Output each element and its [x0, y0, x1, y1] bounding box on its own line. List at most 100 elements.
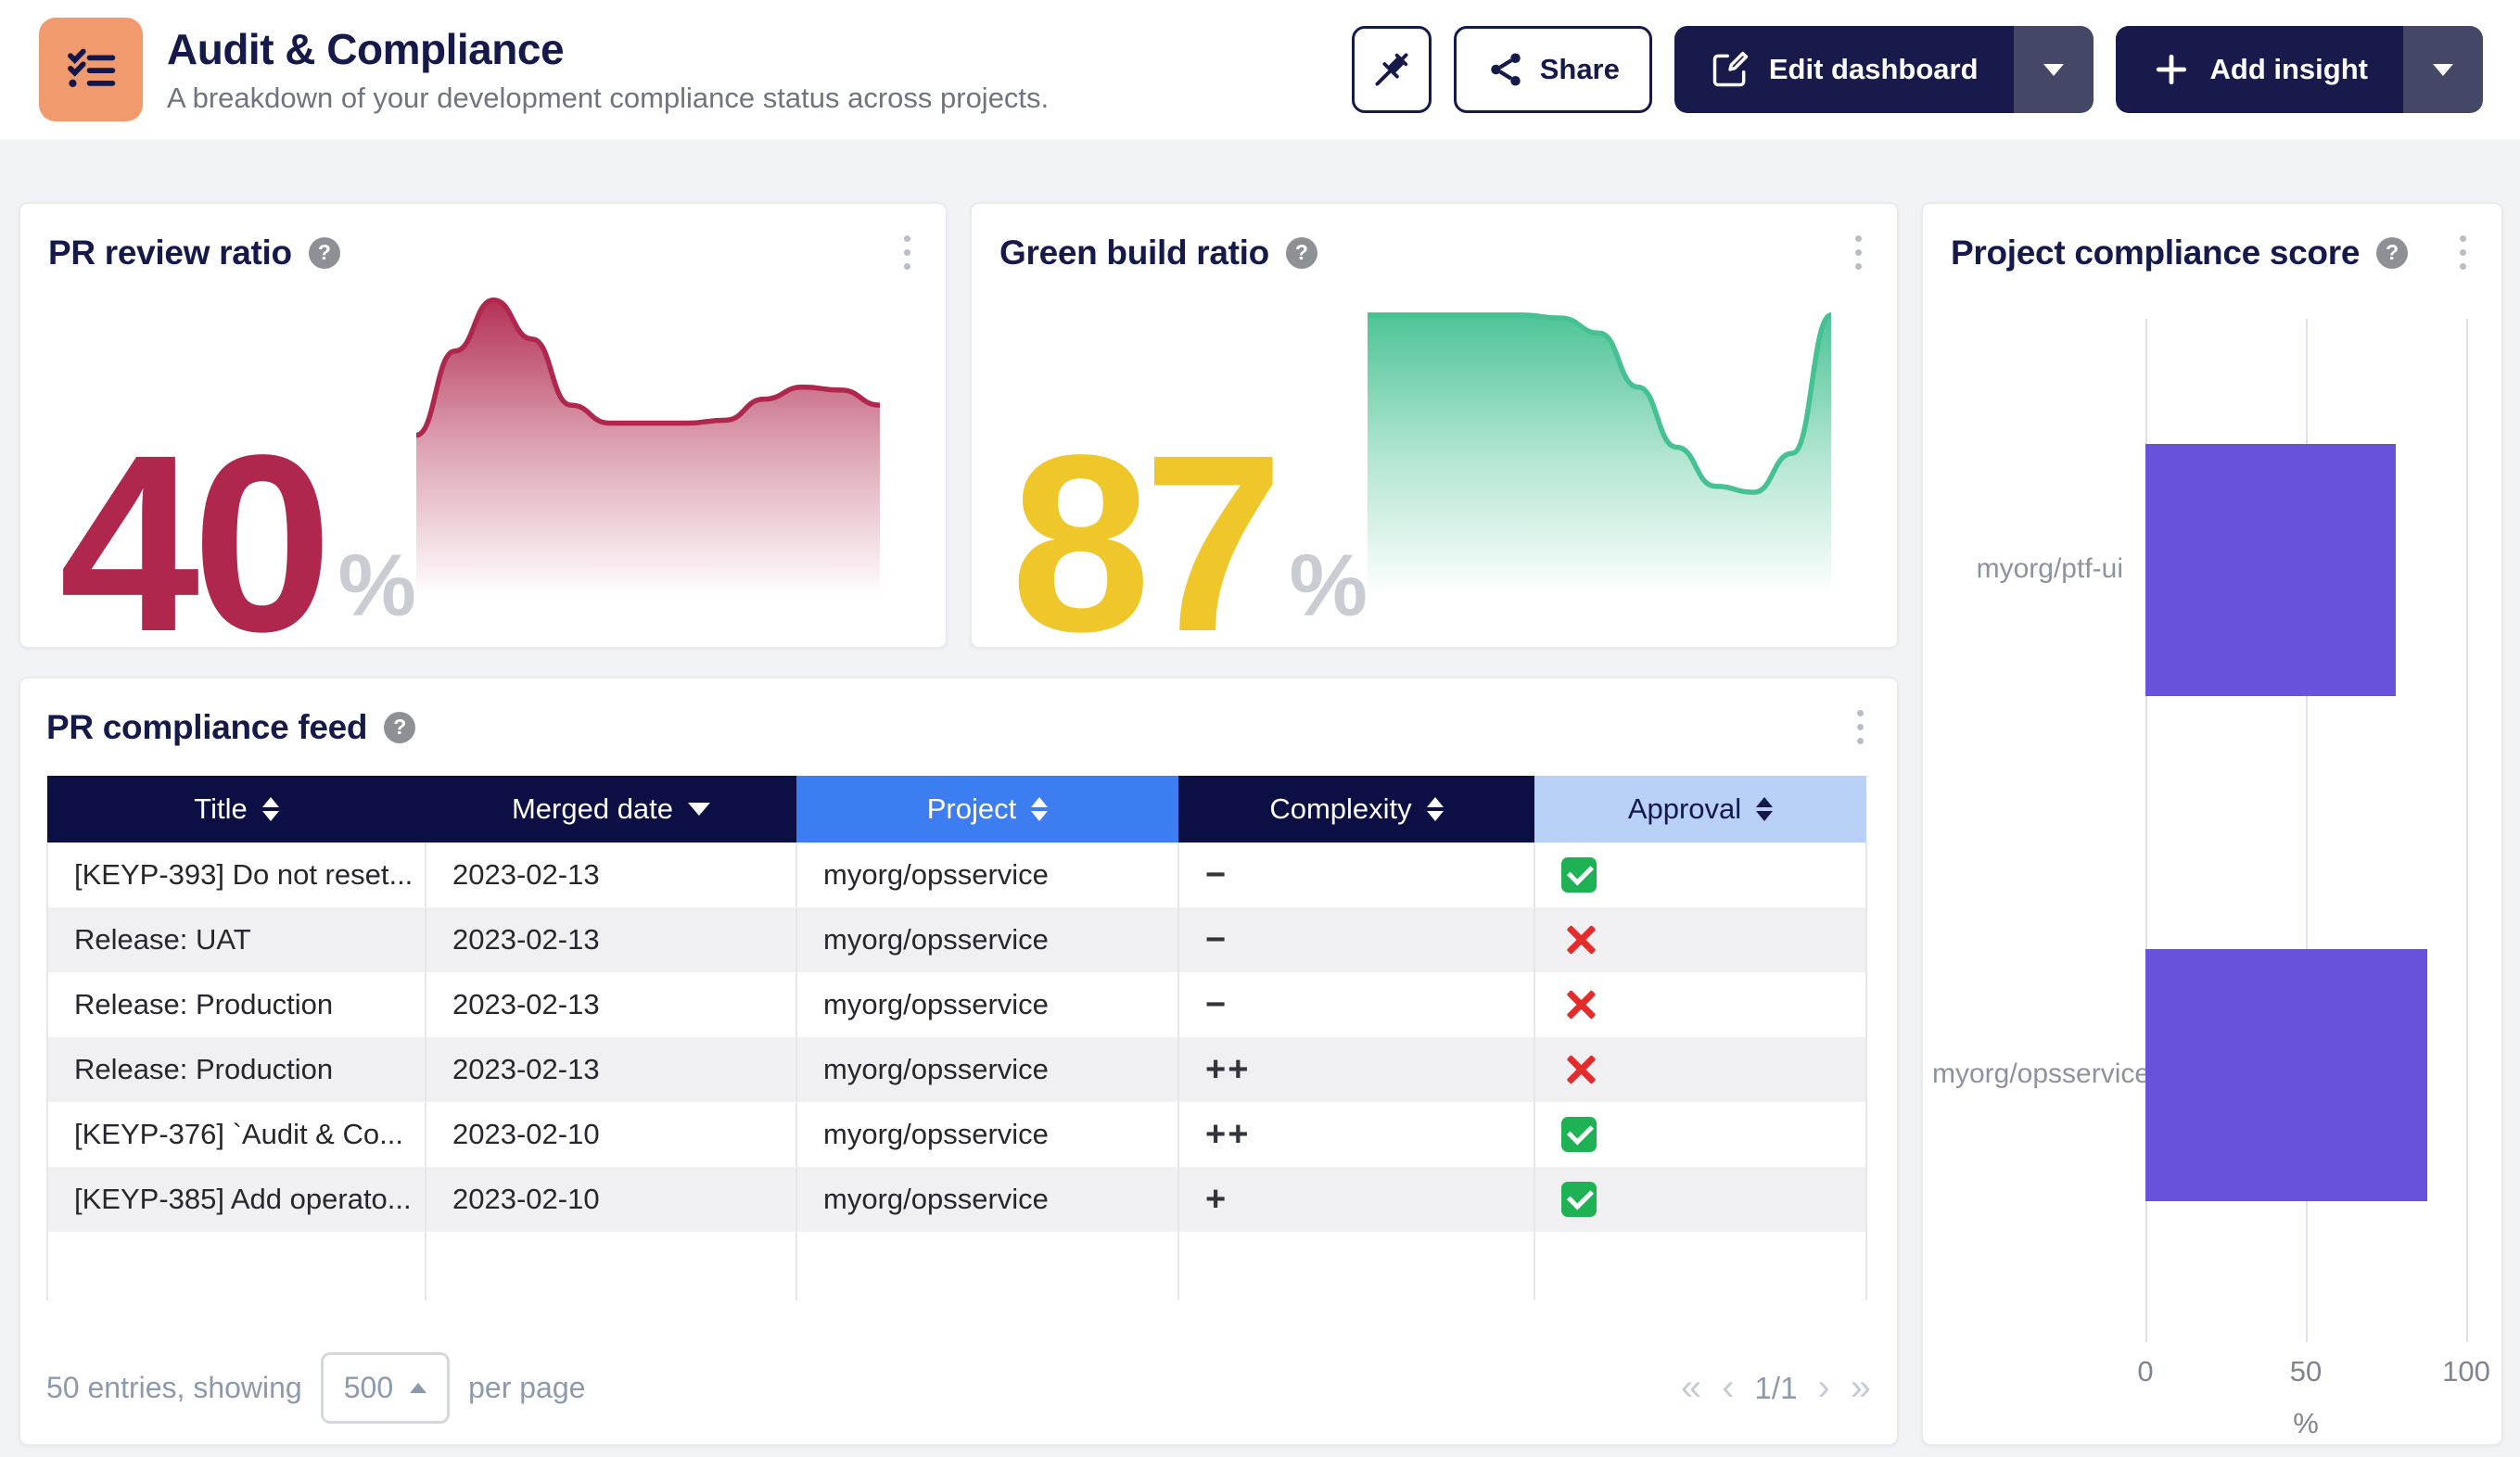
share-label: Share — [1540, 53, 1620, 86]
previous-page-button[interactable]: ‹ — [1722, 1367, 1734, 1409]
card-title: Project compliance score — [1951, 234, 2360, 272]
cell-approval — [1534, 907, 1866, 972]
green-build-sparkline-chart — [1368, 282, 1831, 597]
sort-icon — [1427, 797, 1444, 821]
cell-title: [KEYP-376] `Audit & Co... — [47, 1102, 426, 1167]
page-subtitle: A breakdown of your development complian… — [167, 82, 1049, 115]
column-header-approval[interactable]: Approval — [1534, 776, 1866, 843]
per-page-value: 500 — [344, 1371, 393, 1405]
sort-icon — [1031, 797, 1048, 821]
metric-value: 40 — [59, 448, 325, 640]
table-row[interactable]: Release: UAT2023-02-13myorg/opsservice− — [47, 907, 1866, 972]
cell-project: myorg/opsservice — [796, 907, 1178, 972]
last-page-button[interactable]: » — [1851, 1367, 1871, 1409]
chevron-down-icon — [2433, 64, 2453, 76]
page-title: Audit & Compliance — [167, 24, 1049, 74]
pr-review-sparkline-chart — [416, 282, 880, 597]
edit-dashboard-label: Edit dashboard — [1769, 53, 1979, 86]
unpin-button[interactable] — [1352, 26, 1432, 113]
cell-complexity: ++ — [1178, 1102, 1534, 1167]
cell-merged-date: 2023-02-13 — [426, 907, 796, 972]
help-icon[interactable]: ? — [384, 712, 415, 743]
approved-check-icon — [1561, 1182, 1597, 1217]
cell-approval — [1534, 1037, 1866, 1102]
cell-project: myorg/opsservice — [796, 1167, 1178, 1232]
cell-merged-date: 2023-02-13 — [426, 843, 796, 907]
card-title: Green build ratio — [999, 234, 1269, 272]
edit-dashboard-caret-button[interactable] — [2014, 26, 2094, 113]
metric-unit: % — [338, 542, 416, 630]
first-page-button[interactable]: « — [1681, 1367, 1701, 1409]
empty-table-row — [47, 1232, 1866, 1300]
per-page-suffix: per page — [468, 1371, 585, 1405]
kebab-menu-icon[interactable] — [897, 230, 918, 275]
metric-body: 40 % — [48, 275, 918, 640]
cell-merged-date: 2023-02-13 — [426, 1037, 796, 1102]
kebab-menu-icon[interactable] — [2452, 230, 2474, 275]
share-button[interactable]: Share — [1454, 26, 1652, 113]
card-header: PR compliance feed ? — [46, 704, 1871, 750]
table-row[interactable]: Release: Production2023-02-13myorg/opsse… — [47, 972, 1866, 1037]
share-icon — [1486, 50, 1525, 89]
cell-approval — [1534, 1167, 1866, 1232]
card-header: Green build ratio ? — [999, 230, 1869, 275]
cell-complexity: − — [1178, 843, 1534, 907]
gridline — [2466, 319, 2468, 1342]
cell-complexity: − — [1178, 907, 1534, 972]
column-label: Merged date — [512, 792, 673, 826]
column-header-complexity[interactable]: Complexity — [1178, 776, 1534, 843]
pin-slash-icon — [1369, 47, 1414, 92]
cell-project: myorg/opsservice — [796, 843, 1178, 907]
per-page-select[interactable]: 500 — [321, 1352, 450, 1424]
column-header-project[interactable]: Project — [796, 776, 1178, 843]
add-insight-caret-button[interactable] — [2403, 26, 2483, 113]
metric-value: 87 — [1011, 448, 1277, 640]
entries-count-text: 50 entries, showing — [46, 1371, 302, 1405]
table-row[interactable]: [KEYP-385] Add operato...2023-02-10myorg… — [47, 1167, 1866, 1232]
pr-feed-table: Title Merged date Project ComplexityApprova… — [46, 776, 1867, 1300]
help-icon[interactable]: ? — [309, 237, 340, 269]
green-build-ratio-card: Green build ratio ? 87 % — [970, 202, 1899, 649]
cell-merged-date: 2023-02-13 — [426, 972, 796, 1037]
card-header: Project compliance score ? — [1951, 230, 2474, 275]
column-label: Project — [927, 792, 1016, 826]
column-header-merged-date[interactable]: Merged date — [426, 776, 796, 843]
card-header: PR review ratio ? — [48, 230, 918, 275]
next-page-button[interactable]: › — [1817, 1367, 1829, 1409]
cell-title: [KEYP-393] Do not reset... — [47, 843, 426, 907]
cell-approval — [1534, 1102, 1866, 1167]
cell-complexity: − — [1178, 972, 1534, 1037]
cell-title: [KEYP-385] Add operato... — [47, 1167, 426, 1232]
cell-merged-date: 2023-02-10 — [426, 1167, 796, 1232]
table-row[interactable]: [KEYP-393] Do not reset...2023-02-13myor… — [47, 843, 1866, 907]
plus-icon — [2151, 49, 2192, 90]
table-row[interactable]: [KEYP-376] `Audit & Co...2023-02-10myorg… — [47, 1102, 1866, 1167]
cell-title: Release: UAT — [47, 907, 426, 972]
approved-check-icon — [1561, 1117, 1597, 1152]
column-label: Title — [194, 792, 247, 826]
kebab-menu-icon[interactable] — [1850, 704, 1871, 750]
kebab-menu-icon[interactable] — [1848, 230, 1869, 275]
metric-body: 87 % — [999, 275, 1869, 640]
cell-project: myorg/opsservice — [796, 972, 1178, 1037]
compliance-bar-myorg-opsservice — [2145, 949, 2427, 1201]
cell-title: Release: Production — [47, 1037, 426, 1102]
edit-icon — [1710, 49, 1750, 90]
pr-review-ratio-card: PR review ratio ? 40 % — [19, 202, 948, 649]
sort-desc-icon — [688, 803, 710, 816]
dashboard-page: Audit & Compliance A breakdown of your d… — [0, 0, 2520, 1446]
table-row[interactable]: Release: Production2023-02-13myorg/opsse… — [47, 1037, 1866, 1102]
x-tick-label: 50 — [2290, 1355, 2322, 1388]
add-insight-button[interactable]: Add insight — [2116, 26, 2403, 113]
help-icon[interactable]: ? — [1286, 237, 1317, 269]
column-header-title[interactable]: Title — [47, 776, 426, 843]
pr-compliance-feed-card: PR compliance feed ? Title Merged date Pro… — [19, 677, 1899, 1446]
heading-block: Audit & Compliance A breakdown of your d… — [167, 24, 1049, 115]
edit-dashboard-button[interactable]: Edit dashboard — [1674, 26, 2014, 113]
cell-merged-date: 2023-02-10 — [426, 1102, 796, 1167]
cell-project: myorg/opsservice — [796, 1102, 1178, 1167]
help-icon[interactable]: ? — [2376, 237, 2408, 269]
bar-label-myorg-ptf-ui: myorg/ptf-ui — [1932, 553, 2123, 585]
metric-unit: % — [1290, 542, 1368, 630]
pagination: « ‹ 1/1 › » — [1681, 1367, 1871, 1409]
